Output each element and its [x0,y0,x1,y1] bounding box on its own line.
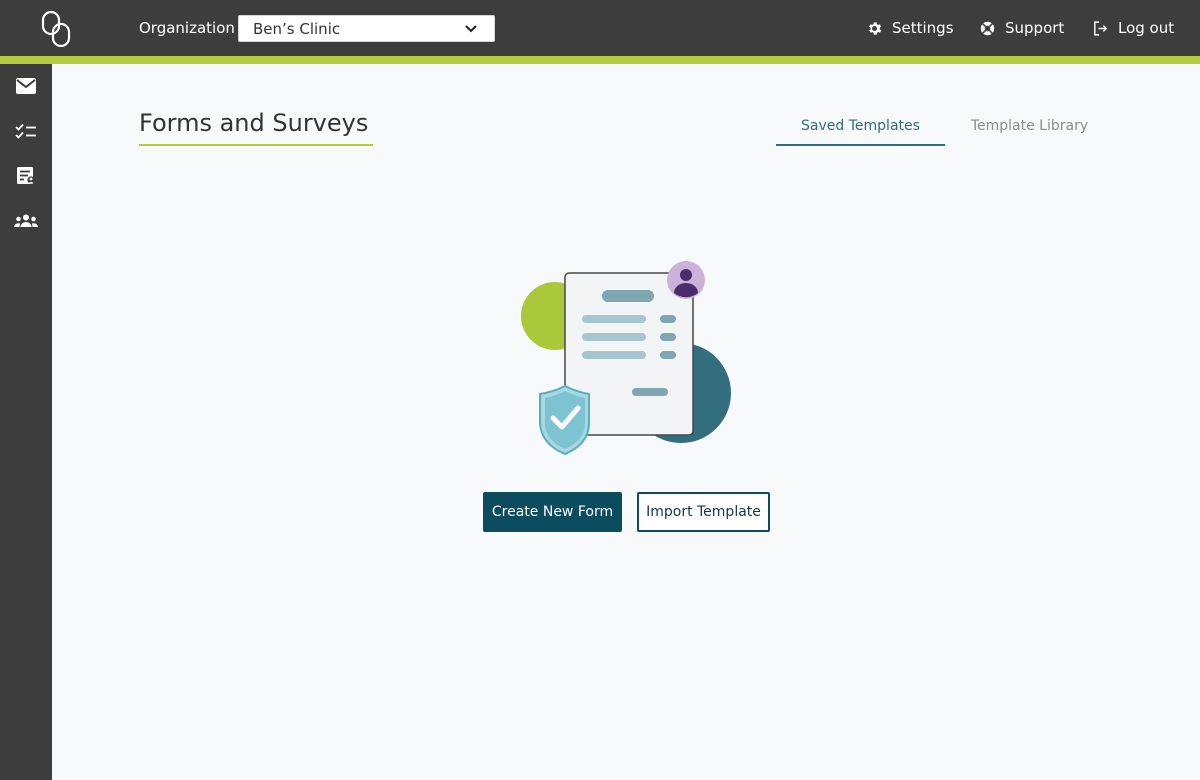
header-accent-line [0,56,1200,64]
mail-icon [16,78,36,94]
form-user-icon [17,167,35,184]
sidebar-item-tasks[interactable] [0,112,52,150]
sidebar-item-forms[interactable] [0,157,52,195]
page-title: Forms and Surveys [139,109,369,137]
gear-icon [869,21,882,35]
create-new-form-button[interactable]: Create New Form [483,492,622,532]
organization-select-value: Ben’s Clinic [253,20,341,38]
import-template-button[interactable]: Import Template [637,492,770,532]
sidebar-item-messages[interactable] [0,67,52,105]
sidebar-item-patients[interactable] [0,202,52,240]
logout-icon [1094,20,1108,36]
settings-link[interactable]: Settings [866,16,954,40]
chevron-down-icon [465,25,477,33]
tab-template-library[interactable]: Template Library [957,116,1102,146]
tab-saved-templates[interactable]: Saved Templates [776,116,945,146]
empty-state-illustration [521,261,731,456]
checklist-icon [15,123,36,139]
support-link[interactable]: Support [979,16,1064,40]
logout-label: Log out [1118,19,1175,37]
settings-label: Settings [892,19,954,37]
top-bar: Organization Ben’s Clinic Settings Suppo… [0,0,1200,56]
title-underline [139,144,373,146]
organization-select[interactable]: Ben’s Clinic [238,15,495,42]
group-icon [14,214,38,227]
app-logo-icon[interactable] [40,10,72,48]
lifebuoy-icon [980,21,995,35]
organization-label: Organization [139,19,235,37]
logout-link[interactable]: Log out [1092,16,1174,40]
support-label: Support [1005,19,1065,37]
sidebar [0,64,52,780]
